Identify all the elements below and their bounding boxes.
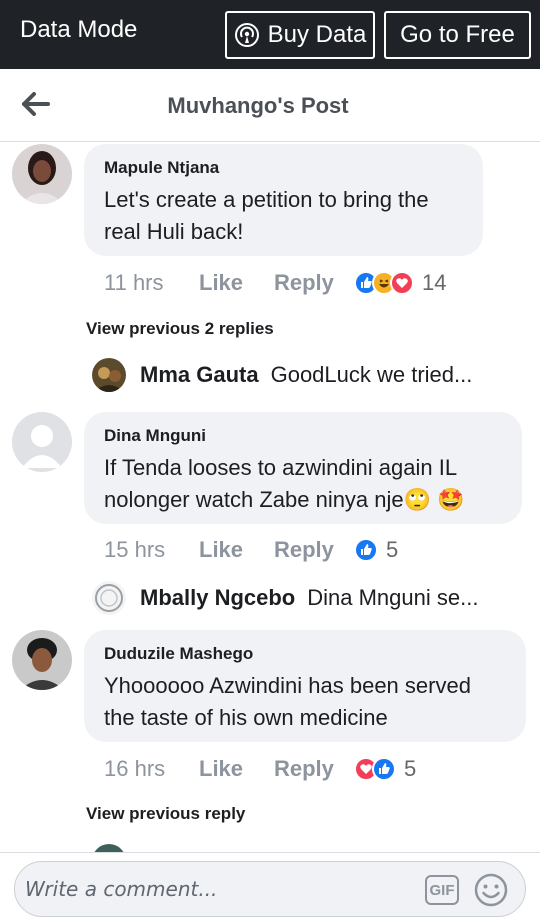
comment-time[interactable]: 16 hrs <box>104 756 199 782</box>
comment-bubble[interactable]: Mapule Ntjana Let's create a petition to… <box>84 144 483 256</box>
avatar[interactable] <box>92 581 126 615</box>
comment-text: If Tenda looses to azwindini again IL no… <box>104 455 465 512</box>
reply-author[interactable]: Mbally Ngcebo <box>140 585 295 611</box>
view-previous-replies-link[interactable]: View previous reply <box>86 804 245 824</box>
reaction-count: 5 <box>386 537 399 562</box>
data-mode-label: Data Mode <box>20 16 138 43</box>
user-photo-icon <box>12 630 72 690</box>
gif-button[interactable]: GIF <box>425 875 459 905</box>
reply-text: Dina Mnguni se... <box>307 585 479 610</box>
default-avatar-icon <box>12 412 72 472</box>
reaction-count: 5 <box>404 756 417 781</box>
avatar[interactable] <box>12 144 72 204</box>
reaction-summary[interactable]: 5 <box>354 756 416 782</box>
page-title: Muvhango's Post <box>167 93 349 118</box>
comment-time[interactable]: 11 hrs <box>104 270 199 296</box>
reaction-summary[interactable]: 14 <box>354 270 446 296</box>
comment-author[interactable]: Duduzile Mashego <box>104 644 506 664</box>
user-photo-icon <box>12 144 72 204</box>
user-photo-icon <box>92 581 126 615</box>
comment-text: Yhoooooo Azwindini has been served the t… <box>104 673 471 730</box>
comment-bubble[interactable]: Dina Mnguni If Tenda looses to azwindini… <box>84 412 522 524</box>
comment-list: Mapule Ntjana Let's create a petition to… <box>0 142 540 852</box>
comment-actions: 15 hrs Like Reply 5 <box>104 537 398 563</box>
go-to-free-button[interactable]: Go to Free <box>384 11 531 59</box>
comment-bubble[interactable]: Duduzile Mashego Yhoooooo Azwindini has … <box>84 630 526 742</box>
like-button[interactable]: Like <box>199 756 274 782</box>
go-to-free-label: Go to Free <box>400 21 515 48</box>
comment-composer: GIF <box>0 852 540 922</box>
comment-input[interactable] <box>25 868 415 910</box>
reply-button[interactable]: Reply <box>274 537 354 563</box>
post-header: Muvhango's Post <box>0 69 540 142</box>
user-photo-icon <box>92 844 126 852</box>
avatar[interactable] <box>12 412 72 472</box>
comment-text: Let's create a petition to bring the rea… <box>104 187 429 244</box>
avatar[interactable] <box>92 358 126 392</box>
comment-time[interactable]: 15 hrs <box>104 537 199 563</box>
reaction-summary[interactable]: 5 <box>354 537 398 563</box>
emoji-icon[interactable] <box>473 872 509 908</box>
data-mode-bar: Data Mode Buy Data Go to Free <box>0 0 540 69</box>
broadcast-icon <box>234 23 259 47</box>
reply-preview[interactable]: Mma Gauta GoodLuck we tried... <box>92 358 472 392</box>
comment-author[interactable]: Dina Mnguni <box>104 426 502 446</box>
avatar[interactable] <box>92 844 126 852</box>
view-previous-replies-link[interactable]: View previous 2 replies <box>86 319 274 339</box>
like-button[interactable]: Like <box>199 537 274 563</box>
user-photo-icon <box>92 358 126 392</box>
reaction-count: 14 <box>422 270 447 295</box>
reply-button[interactable]: Reply <box>274 756 354 782</box>
like-button[interactable]: Like <box>199 270 274 296</box>
comment-actions: 11 hrs Like Reply 14 <box>104 270 446 296</box>
comment-actions: 16 hrs Like Reply 5 <box>104 756 416 782</box>
reply-button[interactable]: Reply <box>274 270 354 296</box>
like-icon <box>354 538 378 562</box>
comment-author[interactable]: Mapule Ntjana <box>104 158 463 178</box>
reply-author[interactable]: Mma Gauta <box>140 362 259 388</box>
avatar[interactable] <box>12 630 72 690</box>
buy-data-button[interactable]: Buy Data <box>225 11 375 59</box>
reply-text: GoodLuck we tried... <box>270 362 473 387</box>
like-icon <box>372 757 396 781</box>
reply-preview[interactable]: Mbally Ngcebo Dina Mnguni se... <box>92 581 478 615</box>
love-icon <box>390 271 414 295</box>
comment-input-box: GIF <box>14 861 526 917</box>
buy-data-label: Buy Data <box>267 21 367 48</box>
